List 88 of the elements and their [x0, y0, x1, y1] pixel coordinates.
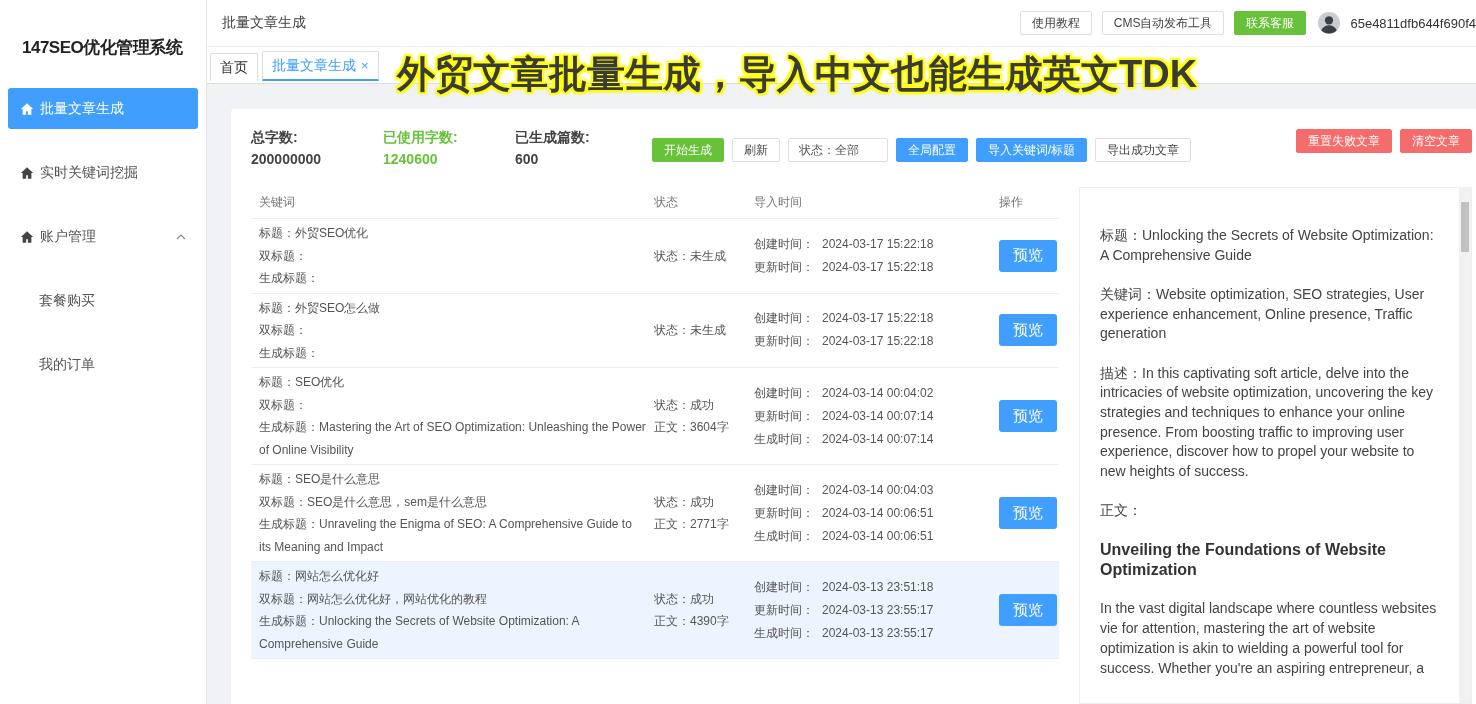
sidebar-subitem[interactable]: 套餐购买 [8, 280, 198, 321]
table-row[interactable]: 标题：SEO优化 双标题： 生成标题：Mastering the Art of SEO Optimization: Unleashing the Power of Online Visibility 状态：成功 正文：3604字 创建时间： 2024-03-14 00:04:02 更新时间： 2024-03-14 00:07:14 生成时间： 2024-03-14 00:07:14 预览 [251, 368, 1059, 465]
stat-value: 200000000 [251, 151, 323, 167]
status-text: 正文：3604字 [654, 419, 730, 436]
time-value: 2024-03-13 23:55:17 [822, 602, 934, 617]
home-icon [20, 101, 34, 116]
time-label: 创建时间： [754, 385, 814, 400]
time-value: 2024-03-14 00:04:02 [822, 385, 934, 400]
time-value: 2024-03-13 23:51:18 [822, 579, 934, 594]
stat-label: 总字数: [251, 129, 299, 147]
keyword-text: 标题：外贸SEO怎么做 [259, 299, 382, 317]
stat-label: 已生成篇数: [515, 129, 591, 147]
stat-label: 已使用字数: [383, 129, 459, 147]
avatar-icon[interactable] [1318, 12, 1341, 34]
toolbar-button[interactable]: 刷新 [732, 138, 780, 162]
keyword-text: 双标题： [259, 247, 308, 265]
header-button[interactable]: CMS自动发布工具 [1101, 11, 1225, 35]
time-value: 2024-03-14 00:06:51 [822, 528, 934, 543]
time-value: 2024-03-14 00:04:03 [822, 482, 934, 497]
keyword-text: 双标题： [259, 396, 308, 414]
column-header: 状态 [653, 194, 679, 211]
time-label: 更新时间： [754, 334, 814, 349]
stat-value: 600 [515, 151, 540, 167]
column-header: 导入时间 [753, 194, 803, 211]
status-text: 状态：成功 [654, 493, 715, 511]
sidebar-item[interactable]: 账户管理 [8, 216, 198, 257]
keyword-text: 生成标题： [259, 344, 320, 362]
time-label: 创建时间： [754, 311, 814, 326]
time-label: 生成时间： [754, 625, 814, 640]
time-label: 更新时间： [754, 259, 814, 274]
keyword-text: 生成标题：Unraveling the Enigma of SEO: A Comprehensive Guide to its Meaning and Impact [259, 516, 633, 556]
time-value: 2024-03-17 15:22:18 [822, 311, 934, 326]
keyword-text: 标题：外贸SEO优化 [259, 225, 370, 242]
sidebar-item[interactable]: 实时关键词挖掘 [8, 152, 198, 193]
app-logo: 147SEO优化管理系统 [21, 37, 184, 59]
time-label: 生成时间： [754, 431, 814, 446]
time-value: 2024-03-17 15:22:18 [822, 259, 934, 274]
keyword-text: 标题：SEO是什么意思 [259, 471, 382, 488]
keyword-text: 标题：SEO优化 [259, 374, 346, 391]
status-text: 正文：2771字 [654, 516, 730, 533]
sidebar-subitem[interactable]: 我的订单 [8, 344, 198, 385]
time-value: 2024-03-14 00:07:14 [822, 408, 934, 423]
status-select[interactable]: 状态：全部 [788, 138, 888, 162]
toolbar-button[interactable]: 导出成功文章 [1095, 138, 1192, 162]
time-label: 生成时间： [754, 528, 814, 543]
status-text: 状态：成功 [654, 396, 715, 414]
home-icon [20, 229, 34, 244]
time-value: 2024-03-13 23:55:17 [822, 625, 934, 640]
article-paragraph: 描述：In this captivating soft article, delve into the intricacies of website optimization, uncovering the key strategies and techniques to enhance your online presence. From boosting traffic to improving user experience, discover how to propel your website to new heights of success. [1100, 363, 1435, 482]
article-paragraph: 关键词：Website optimization, SEO strategies, User experience enhancement, Online presence, Traffic generation [1100, 284, 1426, 344]
time-value: 2024-03-14 00:07:14 [822, 431, 934, 446]
article-heading: Unveiling the Foundations of Website Optimization [1100, 540, 1387, 581]
table-row[interactable]: 标题：网站怎么优化好 双标题：网站怎么优化好，网站优化的教程 生成标题：Unlocking the Secrets of Website Optimization: A Comprehensive Guide 状态：成功 正文：4390字 创建时间： 2024-03-13 23:51:18 更新时间： 2024-03-13 23:55:17 生成时间： 2024-03-13 23:55:17 预览 [251, 562, 1059, 659]
column-header: 操作 [998, 194, 1024, 211]
time-label: 创建时间： [754, 579, 814, 594]
header-button[interactable]: 使用教程 [1019, 11, 1092, 35]
keyword-text: 双标题： [259, 322, 308, 339]
time-value: 2024-03-17 15:22:18 [822, 334, 934, 349]
time-label: 创建时间： [754, 482, 814, 497]
page-tab[interactable]: 首页 [210, 53, 258, 81]
keyword-text: 生成标题：Unlocking the Secrets of Website Optimization: A Comprehensive Guide [259, 613, 581, 653]
keyword-text: 双标题：SEO是什么意思，sem是什么意思 [259, 493, 488, 511]
keyword-text: 生成标题： [259, 270, 320, 287]
article-paragraph: 正文： [1100, 501, 1143, 521]
table-row[interactable]: 标题：外贸SEO优化 双标题： 生成标题： 状态：未生成 创建时间： 2024-03-17 15:22:18 更新时间： 2024-03-17 15:22:18 预览 [251, 219, 1059, 294]
user-id[interactable]: 65e4811dfb644f690f4 [1350, 15, 1476, 31]
caption-overlay: 外贸文章批量生成，导入中文也能生成英文TDK [397, 52, 1198, 97]
time-label: 更新时间： [754, 602, 814, 617]
column-header: 关键词 [258, 194, 296, 211]
status-text: 正文：4390字 [654, 613, 730, 630]
time-value: 2024-03-14 00:06:51 [822, 505, 934, 520]
article-paragraph: 标题：Unlocking the Secrets of Website Optimization: A Comprehensive Guide [1100, 226, 1435, 265]
time-label: 创建时间： [754, 236, 814, 251]
status-text: 状态：未生成 [654, 247, 727, 265]
time-label: 更新时间： [754, 505, 814, 520]
time-label: 更新时间： [754, 408, 814, 423]
table-row[interactable]: 标题：外贸SEO怎么做 双标题： 生成标题： 状态：未生成 创建时间： 2024-03-17 15:22:18 更新时间： 2024-03-17 15:22:18 预览 [251, 293, 1059, 368]
stat-value: 1240600 [383, 151, 439, 167]
keyword-text: 双标题：网站怎么优化好，网站优化的教程 [259, 590, 488, 608]
article-paragraph: In the vast digital landscape where countless websites vie for attention, mastering the art of website optimization is akin to wielding a powerful tool for success. Whether you're an aspiring entrepreneur, a [1100, 599, 1438, 678]
scrollbar[interactable] [1459, 188, 1471, 703]
keyword-text: 标题：网站怎么优化好 [259, 568, 380, 585]
status-text: 状态：未生成 [654, 322, 727, 339]
time-value: 2024-03-17 15:22:18 [822, 236, 934, 251]
keyword-text: 生成标题：Mastering the Art of SEO Optimization: Unleashing the Power of Online Visibility [259, 419, 646, 459]
home-icon [20, 165, 34, 180]
status-text: 状态：成功 [654, 590, 715, 608]
breadcrumb: 批量文章生成 [222, 14, 306, 32]
